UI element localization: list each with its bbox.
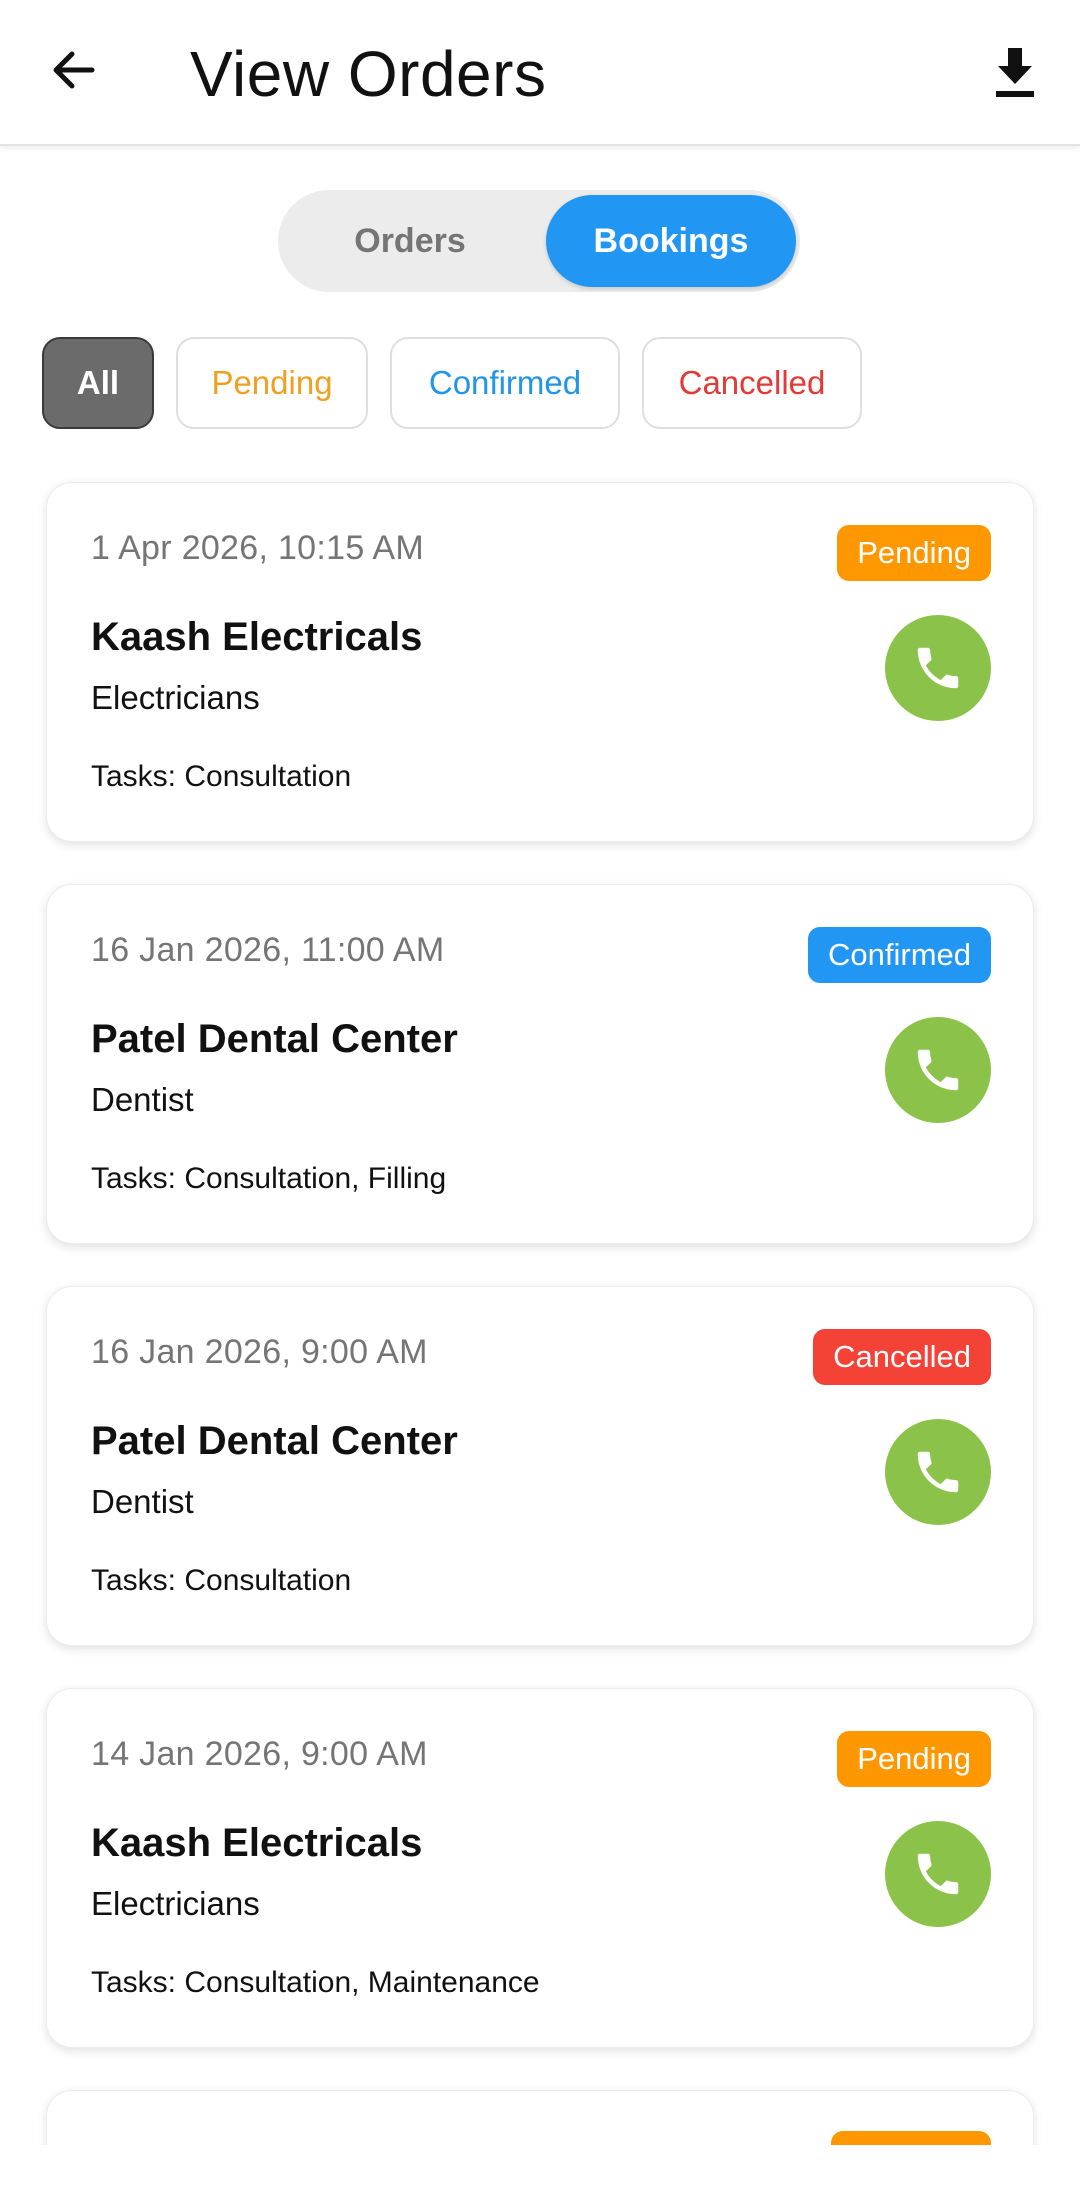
booking-tasks: Tasks: Consultation [91, 760, 352, 793]
booking-card[interactable]: 16 Jan 2026, 11:00 AM Confirmed Patel De… [46, 884, 1034, 1244]
phone-icon [917, 1049, 959, 1091]
booking-tasks: Tasks: Consultation [91, 1564, 352, 1597]
business-category: Electricians [91, 679, 260, 716]
booking-tasks: Tasks: Consultation, Maintenance [91, 1966, 540, 1999]
segment-bookings[interactable]: Bookings [546, 195, 796, 287]
call-button[interactable] [885, 615, 991, 721]
business-name: Kaash Electricals [91, 615, 423, 659]
phone-icon [917, 1451, 959, 1493]
booking-date: 16 Jan 2026, 9:00 AM [91, 1333, 428, 1371]
app-bar: View Orders [0, 0, 1080, 146]
call-button[interactable] [885, 1419, 991, 1525]
call-button[interactable] [885, 1017, 991, 1123]
booking-date: 14 Jan 2026, 9:00 AM [91, 1735, 428, 1773]
business-name: Patel Dental Center [91, 1419, 458, 1463]
page-title: View Orders [190, 38, 547, 110]
filter-chip-confirmed[interactable]: Confirmed [390, 337, 620, 429]
booking-date: 16 Jan 2026, 11:00 AM [91, 931, 445, 969]
bottom-area [0, 2145, 1080, 2189]
status-badge: Pending [837, 525, 991, 581]
filter-chip-cancelled[interactable]: Cancelled [642, 337, 862, 429]
business-category: Dentist [91, 1483, 194, 1520]
business-name: Patel Dental Center [91, 1017, 458, 1061]
phone-icon [917, 647, 959, 689]
download-icon[interactable] [990, 44, 1040, 100]
booking-card[interactable]: 1 Apr 2026, 10:15 AM Pending Kaash Elect… [46, 482, 1034, 842]
booking-date: 1 Apr 2026, 10:15 AM [91, 529, 425, 567]
status-badge: Pending [837, 1731, 991, 1787]
back-arrow-icon[interactable] [44, 40, 104, 100]
segment-orders[interactable]: Orders [278, 195, 542, 287]
phone-icon [917, 1853, 959, 1895]
status-badge: Cancelled [813, 1329, 991, 1385]
call-button[interactable] [885, 1821, 991, 1927]
status-badge: Confirmed [808, 927, 991, 983]
booking-card[interactable]: 16 Jan 2026, 9:00 AM Cancelled Patel Den… [46, 1286, 1034, 1646]
business-name: Kaash Electricals [91, 1821, 423, 1865]
booking-tasks: Tasks: Consultation, Filling [91, 1162, 447, 1195]
orders-bookings-toggle: Orders Bookings [278, 190, 800, 292]
filter-chip-pending[interactable]: Pending [176, 337, 368, 429]
business-category: Dentist [91, 1081, 194, 1118]
booking-card[interactable]: 14 Jan 2026, 9:00 AM Pending Kaash Elect… [46, 1688, 1034, 2048]
filter-chip-all[interactable]: All [42, 337, 154, 429]
business-category: Electricians [91, 1885, 260, 1922]
